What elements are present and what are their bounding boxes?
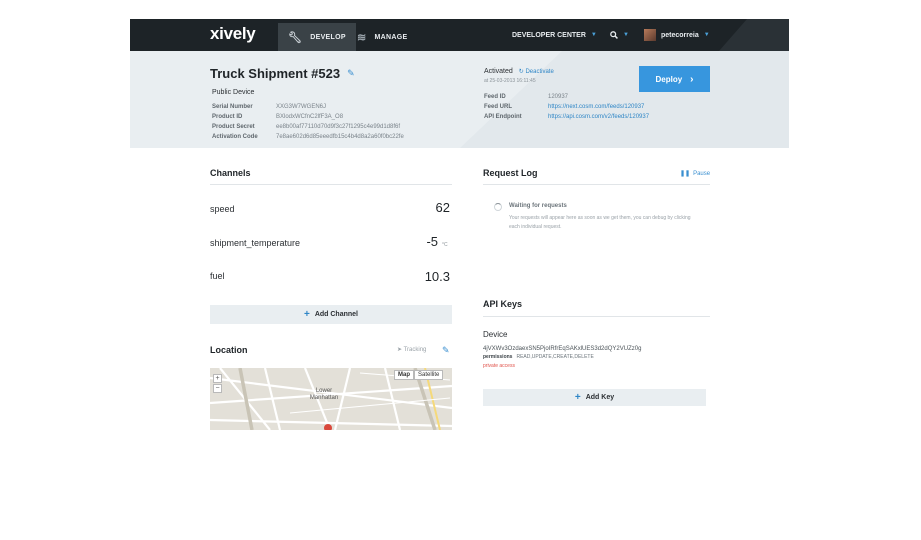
device-title-row: Truck Shipment #523 ✎ [210, 66, 355, 81]
api-key-name: Device [483, 330, 508, 339]
waiting-status: Waiting for requests [509, 203, 567, 209]
satellite-view-button[interactable]: Satellite [414, 370, 444, 380]
zoom-out-button[interactable]: − [213, 384, 222, 393]
plus-icon: + [574, 392, 581, 403]
chevron-down-icon: ▼ [623, 32, 629, 38]
field-label: Feed ID [484, 94, 506, 100]
tab-manage-label: MANAGE [374, 33, 408, 41]
add-channel-button[interactable]: + Add Channel [210, 305, 452, 324]
add-key-label: Add Key [585, 394, 615, 401]
field-label: Serial Number [212, 104, 253, 110]
field-label: API Endpoint [484, 114, 522, 120]
chevron-down-icon: ▼ [703, 32, 710, 38]
app-window: xively 🔧︎ DEVELOP ≋ MANAGE DEVELOPER CEN… [130, 19, 789, 449]
location-arrow-icon: ➤ [397, 347, 403, 353]
api-key-permissions: permissions READ,UPDATE,CREATE,DELETE [483, 354, 594, 360]
device-type: Public Device [212, 89, 255, 96]
feed-field: API Endpoint https://api.cosm.com/v2/feed… [484, 112, 649, 122]
field-value: BXlodxWCfnC2lfF3A_O8 [276, 114, 344, 120]
avatar [644, 29, 656, 41]
pause-label: Pause [693, 170, 711, 177]
private-access-label: private access [483, 363, 515, 369]
wrench-icon: 🔧︎ [288, 31, 303, 44]
channels-title: Channels [210, 168, 251, 178]
divider [483, 184, 710, 185]
search-menu[interactable]: ▼ [610, 19, 629, 51]
api-endpoint-link[interactable]: https://api.cosm.com/v2/feeds/120937 [548, 114, 649, 120]
deactivate-link[interactable]: ↻ Deactivate [519, 69, 554, 75]
channel-name[interactable]: fuel [210, 271, 225, 281]
api-key-value[interactable]: 4jVXWv3OzdaexSN5PjoIRfrEqSAKxlUES3d2dQY2… [483, 346, 641, 352]
map-view-button[interactable]: Map [394, 370, 414, 380]
channel-name[interactable]: speed [210, 204, 235, 214]
deploy-button[interactable]: Deploy › [639, 66, 710, 92]
device-field: Product ID BXlodxWCfnC2lfF3A_O8 [212, 112, 343, 122]
status-label: Activated [484, 68, 513, 75]
feed-field: Feed URL https://next.cosm.com/feeds/1209… [484, 102, 644, 112]
top-nav: xively 🔧︎ DEVELOP ≋ MANAGE DEVELOPER CEN… [130, 19, 789, 51]
nav-edge-decoration [719, 19, 789, 51]
add-channel-label: Add Channel [314, 311, 358, 318]
deploy-label: Deploy [655, 74, 683, 84]
search-icon [610, 31, 618, 39]
divider [210, 184, 452, 185]
edit-location-pencil-icon[interactable]: ✎ [442, 345, 450, 356]
channel-unit: °C [442, 242, 448, 248]
tracking-toggle[interactable]: ➤ Tracking [397, 346, 426, 353]
tab-develop[interactable]: 🔧︎ DEVELOP [278, 23, 356, 51]
developer-center-label: DEVELOPER CENTER [512, 31, 586, 39]
plus-icon: + [303, 309, 310, 320]
location-map[interactable]: + − Map Satellite Lower Manhattan [210, 368, 452, 430]
map-area-label: Lower Manhattan [309, 388, 339, 401]
activation-status: Activated ↻ Deactivate [484, 68, 554, 75]
permissions-label: permissions [483, 354, 513, 360]
edit-pencil-icon[interactable]: ✎ [347, 68, 355, 79]
waiting-description: Your requests will appear here as soon a… [509, 215, 691, 230]
activated-timestamp: at 25-03-2013 16:11:45 [484, 78, 536, 84]
chevron-down-icon: ▼ [590, 32, 597, 38]
zoom-in-button[interactable]: + [213, 374, 222, 383]
field-value: XXG3W7WGEN6J [276, 104, 327, 110]
channel-name[interactable]: shipment_temperature [210, 238, 300, 248]
add-key-button[interactable]: + Add Key [483, 389, 706, 406]
xively-logo[interactable]: xively [210, 24, 256, 44]
channel-value: 62 [435, 200, 450, 215]
loading-spinner-icon [494, 203, 502, 211]
channel-value: -5 [426, 234, 438, 249]
username: petecorreia [661, 31, 699, 39]
feed-url-link[interactable]: https://next.cosm.com/feeds/120937 [548, 104, 644, 110]
location-title: Location [210, 345, 248, 355]
tracking-label: Tracking [403, 347, 427, 353]
feed-id-value: 120937 [548, 94, 569, 100]
field-label: Feed URL [484, 104, 513, 110]
feed-field: Feed ID 120937 [484, 92, 568, 102]
layers-icon: ≋ [357, 31, 367, 44]
pause-icon: ❚❚ [680, 171, 691, 177]
page-title: Truck Shipment #523 [210, 66, 341, 81]
permissions-value: READ,UPDATE,CREATE,DELETE [516, 354, 594, 360]
developer-center-menu[interactable]: DEVELOPER CENTER ▼ [512, 19, 597, 51]
device-field: Product Secret ee8b00af77110d70d9f3c27f12… [212, 122, 400, 132]
pause-button[interactable]: ❚❚ Pause [680, 170, 711, 178]
device-field: Serial Number XXG3W7WGEN6J [212, 102, 326, 112]
api-keys-title: API Keys [483, 299, 523, 309]
user-menu[interactable]: petecorreia ▼ [644, 19, 710, 51]
request-log-title: Request Log [483, 168, 538, 178]
field-value: ee8b00af77110d70d9f3c27f1295c4e99d1d8f6f [276, 124, 401, 130]
chevron-right-icon: › [690, 73, 694, 85]
field-label: Product ID [212, 114, 243, 120]
channel-value: 10.3 [424, 269, 450, 284]
field-label: Product Secret [212, 124, 255, 130]
tab-develop-label: DEVELOP [310, 33, 346, 41]
divider [483, 316, 710, 317]
deactivate-label: Deactivate [525, 69, 554, 75]
tab-manage[interactable]: ≋ MANAGE [347, 23, 417, 51]
device-field: Activation Code 7e8ae602d6d85eeedfb15c4b4… [212, 132, 404, 142]
field-label: Activation Code [212, 134, 258, 140]
field-value: 7e8ae602d6d85eeedfb15c4b4d8a2a60f0bc22fe [276, 134, 404, 140]
